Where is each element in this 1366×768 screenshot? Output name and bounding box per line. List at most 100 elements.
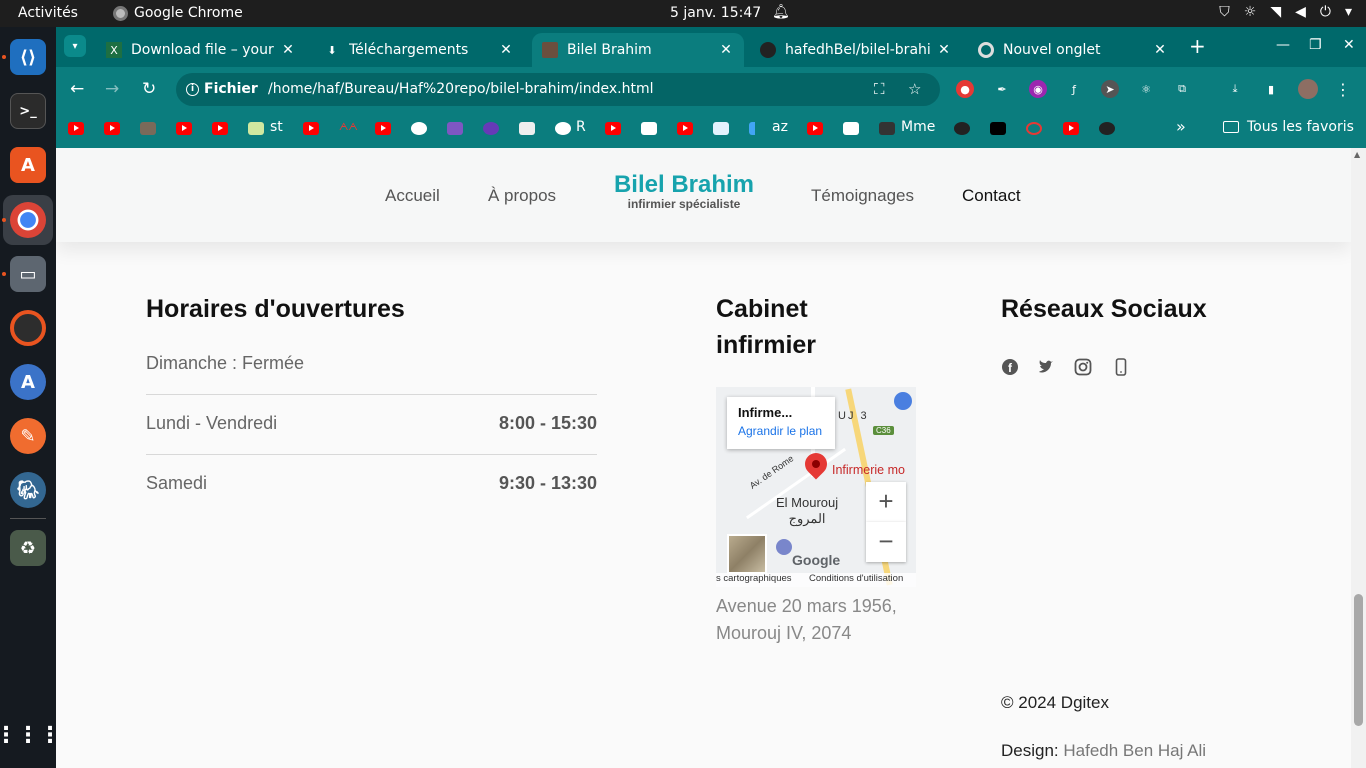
- profile-photo-icon[interactable]: [140, 122, 156, 135]
- map-enlarge-link[interactable]: Agrandir le plan: [738, 424, 824, 438]
- vscode-icon[interactable]: ⟨⟩: [10, 39, 46, 75]
- tab-download-file[interactable]: X Download file – your c ✕: [96, 33, 306, 67]
- clock[interactable]: 5 janv. 15:47: [670, 5, 761, 21]
- google-map-embed[interactable]: UJ 3 C36 Av. de Rome Infirme... Agrandir…: [716, 387, 916, 587]
- menu-icon[interactable]: ⋮: [1334, 80, 1352, 99]
- azure-icon[interactable]: [749, 122, 765, 135]
- github-icon[interactable]: [954, 122, 970, 135]
- bookmark-star-icon[interactable]: ☆: [908, 80, 921, 98]
- site-brand[interactable]: Bilel Brahim infirmier spécialiste: [611, 171, 757, 211]
- facebook-icon[interactable]: f: [1001, 358, 1019, 380]
- obs-icon[interactable]: [10, 310, 46, 346]
- cursor-icon[interactable]: ➤: [1101, 80, 1119, 98]
- bookmark-label[interactable]: Mme: [901, 119, 935, 135]
- tab-bilel-brahim[interactable]: Bilel Brahim ✕: [532, 33, 744, 67]
- bookmark-label[interactable]: R: [576, 119, 586, 135]
- new-tab-button[interactable]: +: [1189, 36, 1206, 56]
- address-bar[interactable]: i Fichier /home/haf/Bureau/Haf%20repo/bi…: [176, 73, 940, 106]
- map-terms-link[interactable]: Conditions d'utilisation: [809, 573, 903, 584]
- reload-button[interactable]: ↻: [142, 79, 156, 99]
- bookmark-label[interactable]: az: [772, 119, 788, 135]
- site-info-chip[interactable]: i Fichier: [186, 81, 258, 97]
- avatar[interactable]: [1298, 79, 1318, 99]
- youtube-icon[interactable]: [807, 122, 823, 135]
- tab-search-button[interactable]: ▾: [64, 35, 86, 57]
- map-zoom-out-button[interactable]: −: [866, 522, 906, 562]
- phone-icon[interactable]: [1112, 358, 1130, 380]
- close-icon[interactable]: ✕: [498, 42, 514, 58]
- github-icon[interactable]: [1099, 122, 1115, 135]
- scroll-up-icon[interactable]: ▲: [1354, 150, 1360, 159]
- youtube-icon[interactable]: [605, 122, 621, 135]
- postman-icon[interactable]: ✎: [10, 418, 46, 454]
- page-scrollbar[interactable]: ▲: [1351, 148, 1366, 768]
- youtube-icon[interactable]: [176, 122, 192, 135]
- postgresql-icon[interactable]: 🐘︎: [10, 472, 46, 508]
- instagram-icon[interactable]: [1074, 358, 1092, 380]
- photo-icon[interactable]: [879, 122, 895, 135]
- puzzle-icon[interactable]: ⧉: [1173, 80, 1191, 98]
- gmail-icon[interactable]: [641, 122, 657, 135]
- youtube-icon[interactable]: [677, 122, 693, 135]
- nav-home-link[interactable]: Accueil: [385, 186, 440, 206]
- extension-icon[interactable]: ●: [956, 80, 974, 98]
- youtube-icon[interactable]: [1063, 122, 1079, 135]
- color-picker-icon[interactable]: ✒: [993, 80, 1011, 98]
- twitter-icon[interactable]: [1037, 358, 1055, 380]
- show-apps-icon[interactable]: ⋮⋮⋮: [0, 717, 61, 753]
- close-icon[interactable]: ✕: [1152, 42, 1168, 58]
- youtube-icon[interactable]: [104, 122, 120, 135]
- logo-icon[interactable]: ᗅᗅ: [339, 122, 358, 135]
- maximize-button[interactable]: ❐: [1309, 37, 1322, 53]
- designer-link[interactable]: Hafedh Ben Haj Ali: [1063, 741, 1206, 760]
- youtube-icon[interactable]: [212, 122, 228, 135]
- image-icon[interactable]: [248, 122, 264, 135]
- chrome-icon[interactable]: [10, 202, 46, 238]
- function-icon[interactable]: ƒ: [1065, 80, 1083, 98]
- app-center-icon[interactable]: A: [10, 364, 46, 400]
- download-icon[interactable]: ⤓: [1226, 80, 1244, 98]
- files-icon[interactable]: ▭: [10, 256, 46, 292]
- translate-icon[interactable]: ⛶: [874, 80, 885, 98]
- tab-new-tab[interactable]: Nouvel onglet ✕: [968, 33, 1178, 67]
- close-icon[interactable]: ✕: [936, 42, 952, 58]
- close-icon[interactable]: ✕: [718, 42, 734, 58]
- map-satellite-toggle[interactable]: [727, 534, 767, 574]
- activities-button[interactable]: Activités: [18, 5, 78, 21]
- tab-github[interactable]: hafedhBel/bilel-brahi ✕: [750, 33, 962, 67]
- dev-icon[interactable]: [990, 122, 1006, 135]
- software-store-icon[interactable]: A: [10, 147, 46, 183]
- bookmarks-overflow-button[interactable]: »: [1176, 117, 1186, 136]
- grid-icon[interactable]: [519, 122, 535, 135]
- bookmark-label[interactable]: st: [270, 119, 283, 135]
- map-attribution-data[interactable]: s cartographiques: [716, 573, 792, 584]
- map-zoom-in-button[interactable]: +: [866, 482, 906, 522]
- back-button[interactable]: ←: [70, 79, 84, 99]
- mail-icon[interactable]: [447, 122, 463, 135]
- url-text[interactable]: /home/haf/Bureau/Haf%20repo/bilel-brahim…: [268, 81, 654, 97]
- youtube-icon[interactable]: [68, 122, 84, 135]
- react-icon[interactable]: ⚛: [1137, 80, 1155, 98]
- tab-downloads[interactable]: ⬇ Téléchargements ✕: [314, 33, 524, 67]
- forward-button[interactable]: →: [105, 79, 119, 99]
- app-menu[interactable]: Google Chrome: [113, 5, 243, 21]
- r-icon[interactable]: [555, 122, 571, 135]
- shield-bookmark-icon[interactable]: [483, 122, 499, 135]
- side-panel-icon[interactable]: ▮: [1262, 80, 1280, 98]
- nav-contact-link[interactable]: Contact: [962, 186, 1021, 206]
- system-tray[interactable]: ⛉ ☼ ◥ ◀ ⏻ ▾: [1219, 4, 1352, 20]
- scrollbar-thumb[interactable]: [1354, 594, 1363, 726]
- trash-icon[interactable]: ♻: [10, 530, 46, 566]
- chrome-bookmark-icon[interactable]: [411, 122, 427, 135]
- nav-about-link[interactable]: À propos: [488, 186, 556, 206]
- youtube-icon[interactable]: [303, 122, 319, 135]
- terminal-icon[interactable]: >_: [10, 93, 46, 129]
- docs-icon[interactable]: [713, 122, 729, 135]
- target-icon[interactable]: [1026, 122, 1042, 135]
- minimize-button[interactable]: —: [1276, 37, 1290, 53]
- youtube-icon[interactable]: [375, 122, 391, 135]
- close-icon[interactable]: ✕: [280, 42, 296, 58]
- close-window-button[interactable]: ✕: [1343, 37, 1355, 53]
- nav-testimonials-link[interactable]: Témoignages: [811, 186, 914, 206]
- all-bookmarks-button[interactable]: Tous les favoris: [1223, 119, 1354, 135]
